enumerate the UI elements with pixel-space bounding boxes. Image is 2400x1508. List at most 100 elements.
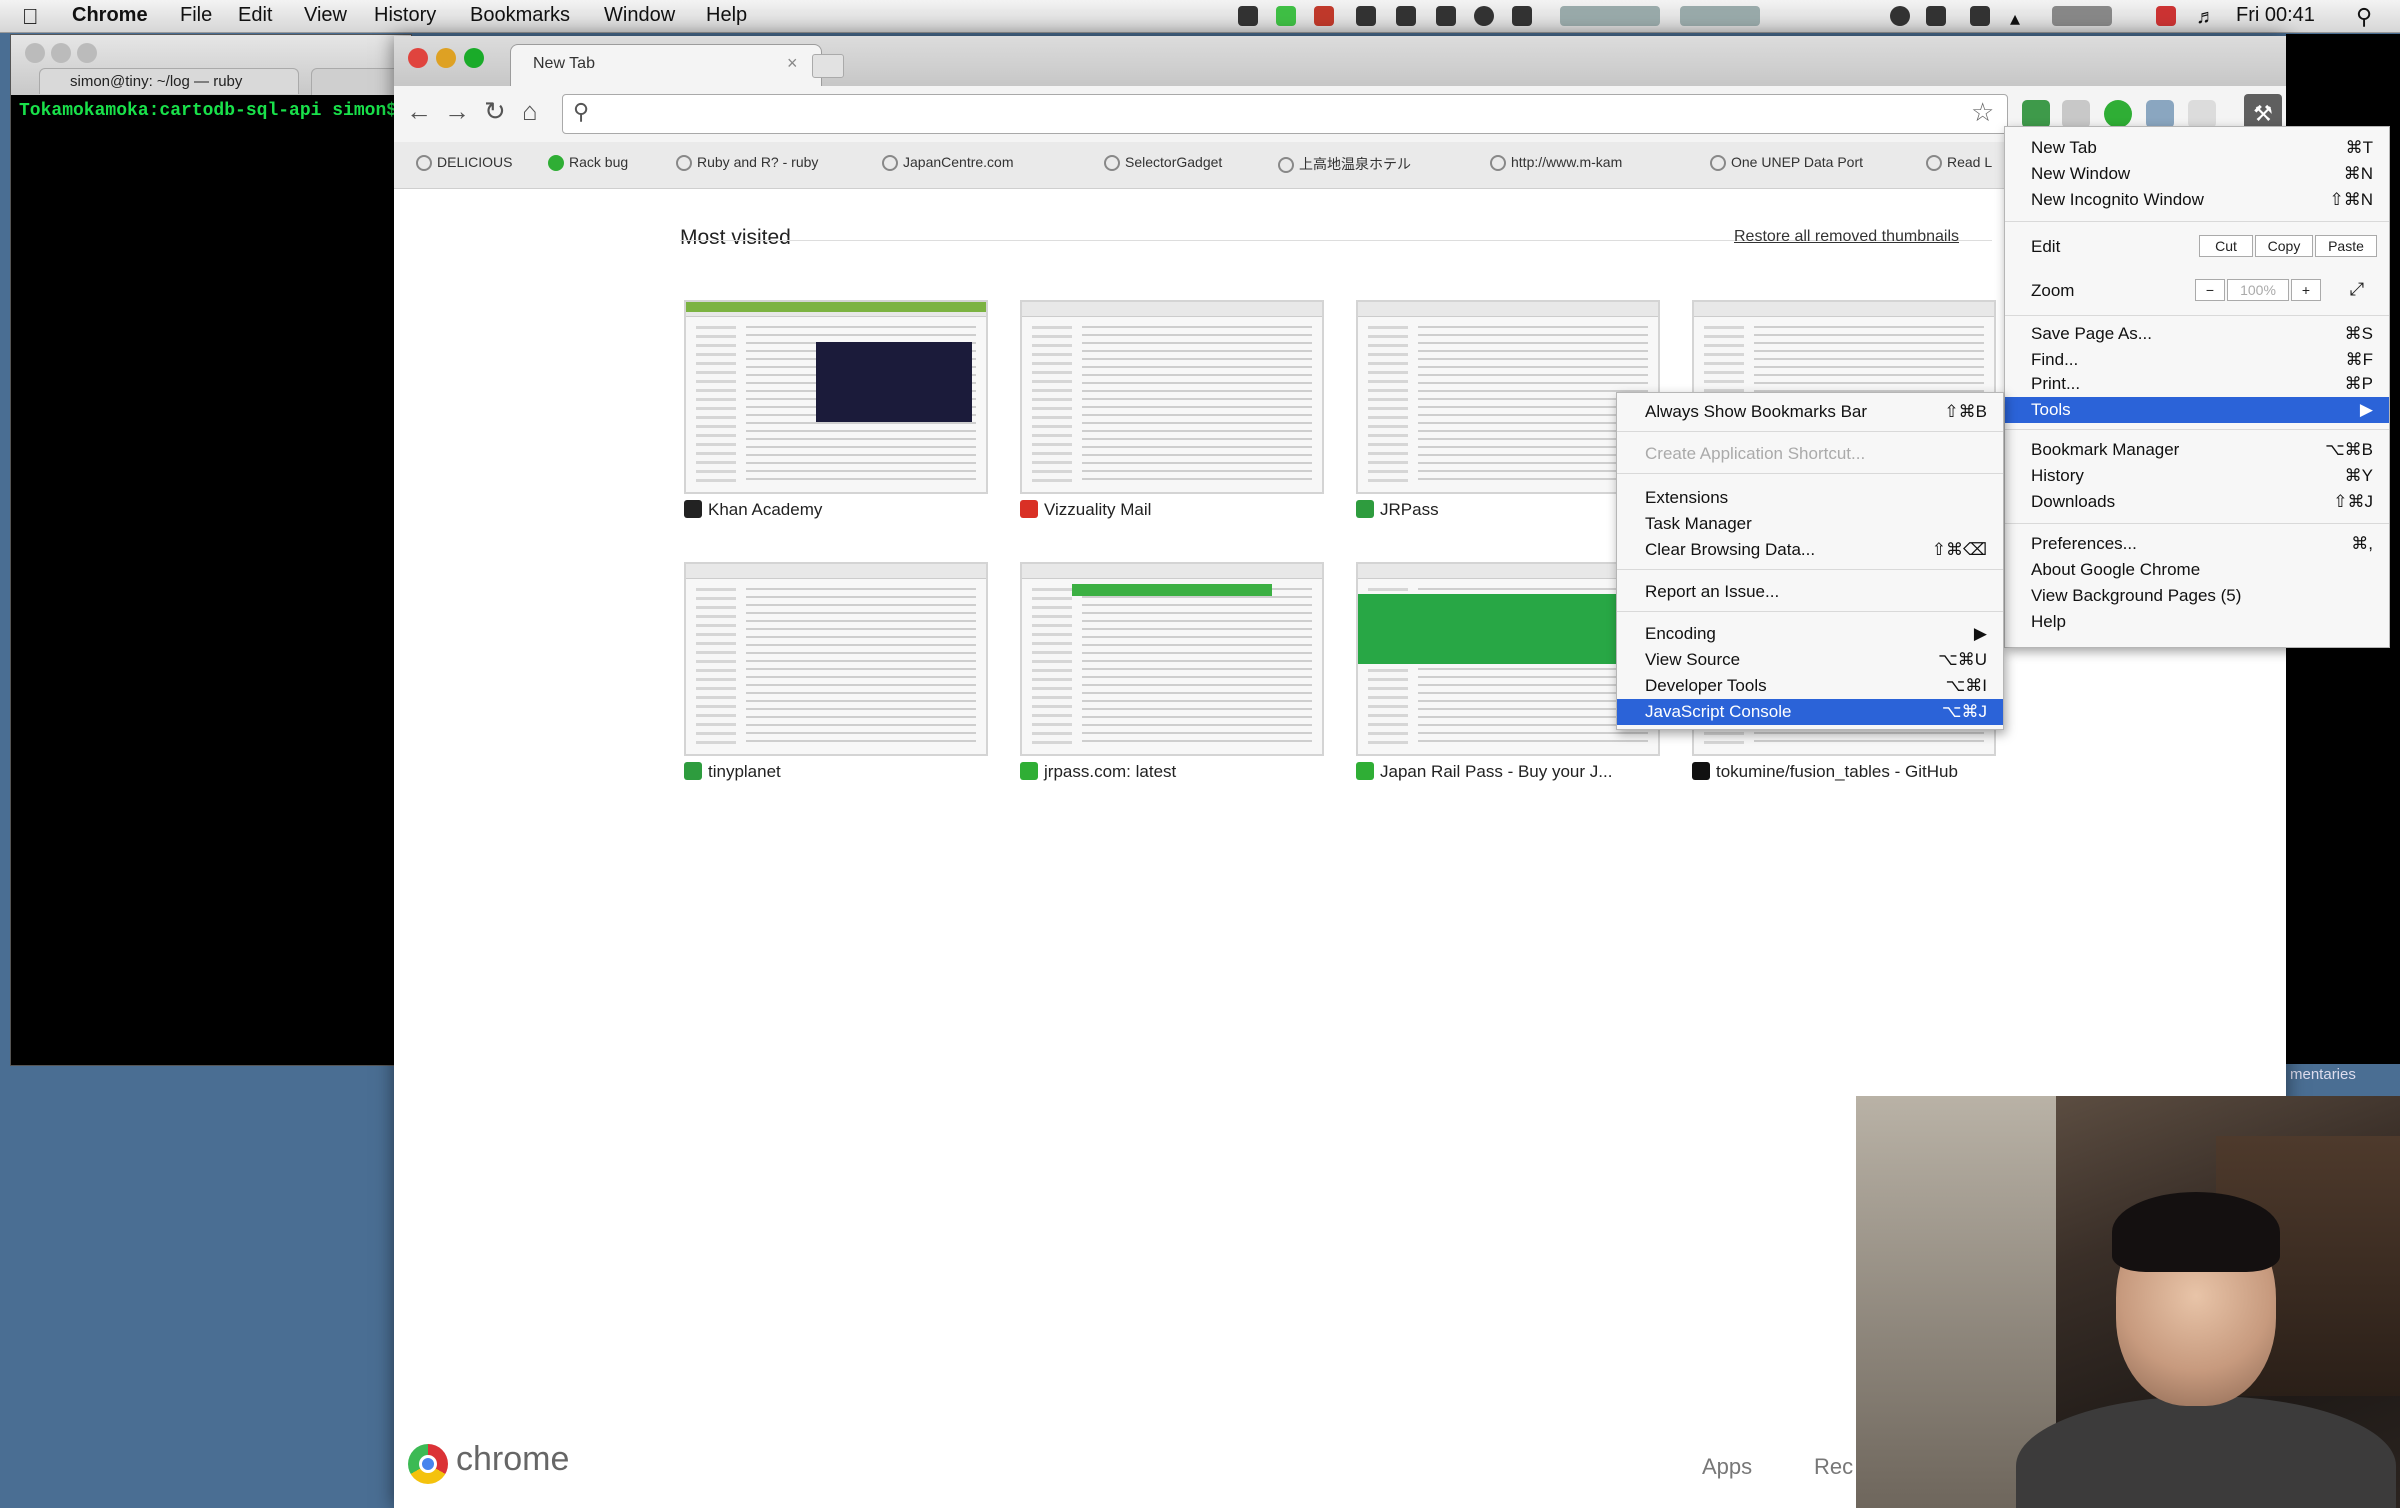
menu-task-manager[interactable]: Task Manager [1617,511,2003,537]
bookmark-star-icon[interactable]: ☆ [1971,97,1994,128]
fullscreen-icon[interactable]: ⤢ [2341,279,2373,299]
tray-n-icon[interactable] [1436,6,1456,26]
menu-developer-tools[interactable]: Developer Tools ⌥⌘I [1617,673,2003,699]
menu-background-pages[interactable]: View Background Pages (5) [2005,583,2389,609]
tray-location-icon[interactable] [1356,6,1376,26]
menu-new-tab[interactable]: New Tab ⌘T [2005,135,2389,161]
bookmark-item[interactable]: Read L [1926,154,1992,171]
extension-gray-icon[interactable] [2062,100,2090,128]
most-visited-thumbnail[interactable] [684,562,988,756]
most-visited-thumbnail[interactable] [1356,562,1660,756]
extension-grid-icon[interactable] [2146,100,2174,128]
menu-extensions[interactable]: Extensions [1617,485,2003,511]
bookmark-item[interactable]: One UNEP Data Port [1710,154,1863,171]
menu-find[interactable]: Find... ⌘F [2005,347,2389,373]
menu-help[interactable]: Help [2005,609,2389,635]
tray-phone-icon[interactable] [1926,6,1946,26]
most-visited-thumbnail[interactable] [684,300,988,494]
menu-tools[interactable]: Tools ▶ [2005,397,2389,423]
tray-timemachine-icon[interactable] [1890,6,1910,26]
bookmark-item[interactable]: JapanCentre.com [882,154,1014,171]
copy-button[interactable]: Copy [2255,235,2313,257]
menu-view-source[interactable]: View Source ⌥⌘U [1617,647,2003,673]
home-icon[interactable]: ⌂ [522,96,538,127]
menu-downloads[interactable]: Downloads ⇧⌘J [2005,489,2389,515]
paste-button[interactable]: Paste [2315,235,2377,257]
menu-save-page[interactable]: Save Page As... ⌘S [2005,321,2389,347]
restore-thumbnails-link[interactable]: Restore all removed thumbnails [1734,228,1959,246]
terminal-zoom-button[interactable] [77,43,97,63]
menu-encoding[interactable]: Encoding ▶ [1617,621,2003,647]
thumbnail-label[interactable]: Vizzuality Mail [1020,500,1151,520]
menu-new-incognito[interactable]: New Incognito Window ⇧⌘N [2005,187,2389,213]
extension-evernote-icon[interactable] [2022,100,2050,128]
menu-new-window[interactable]: New Window ⌘N [2005,161,2389,187]
window-zoom-button[interactable] [464,48,484,68]
tray-clock-icon[interactable] [1474,6,1494,26]
tray-video-icon[interactable] [1238,6,1258,26]
menu-about-chrome[interactable]: About Google Chrome [2005,557,2389,583]
volume-icon[interactable]: ♬ [2196,6,2216,28]
extension-green-icon[interactable] [2104,100,2132,128]
apple-icon[interactable]:  [22,4,39,30]
menu-history[interactable]: History ⌘Y [2005,463,2389,489]
terminal-prompt[interactable]: Tokamokamoka:cartodb-sql-api simon$ [19,101,409,121]
terminal-close-button[interactable] [25,43,45,63]
bookmark-item[interactable]: DELICIOUS [416,154,512,171]
menu-print[interactable]: Print... ⌘P [2005,371,2389,397]
menubar-item-help[interactable]: Help [706,4,747,27]
menu-clear-browsing-data[interactable]: Clear Browsing Data... ⇧⌘⌫ [1617,537,2003,563]
menu-preferences[interactable]: Preferences... ⌘, [2005,531,2389,557]
spotlight-icon[interactable]: ⚲ [2356,4,2372,30]
extension-light-icon[interactable] [2188,100,2216,128]
battery-icon[interactable] [2052,6,2112,26]
terminal-titlebar[interactable]: simon@tiny: ~/log — ruby [11,35,413,95]
thumbnail-label[interactable]: Khan Academy [684,500,822,520]
wifi-icon[interactable]: ▴ [2010,6,2030,30]
most-visited-thumbnail[interactable] [1356,300,1660,494]
bookmark-item[interactable]: SelectorGadget [1104,154,1222,171]
omnibox[interactable]: ⚲ ☆ [562,94,2008,134]
bookmark-item[interactable]: http://www.m-kam [1490,154,1622,171]
thumbnail-label[interactable]: JRPass [1356,500,1439,520]
tray-bars-icon[interactable] [1314,6,1334,26]
most-visited-thumbnail[interactable] [1020,300,1324,494]
terminal-tab[interactable]: simon@tiny: ~/log — ruby [39,68,299,94]
thumbnail-label[interactable]: jrpass.com: latest [1020,762,1176,782]
thumbnail-label[interactable]: Japan Rail Pass - Buy your J... [1356,762,1612,782]
tray-display-icon[interactable] [1970,6,1990,26]
tray-app-icon[interactable] [1512,6,1532,26]
tray-dropbox-icon[interactable] [1396,6,1416,26]
cut-button[interactable]: Cut [2199,235,2253,257]
tray-meter-icon[interactable] [1560,6,1660,26]
new-tab-button[interactable] [812,54,844,78]
tray-meter2-icon[interactable] [1680,6,1760,26]
zoom-out-button[interactable]: − [2195,279,2225,301]
apps-link[interactable]: Apps [1702,1454,1752,1480]
menubar-item-history[interactable]: History [374,4,436,27]
bookmark-item[interactable]: 上高地温泉ホテル [1278,154,1411,174]
menubar-app-name[interactable]: Chrome [72,4,148,27]
zoom-in-button[interactable]: + [2291,279,2321,301]
menubar-item-edit[interactable]: Edit [238,4,272,27]
thumbnail-label[interactable]: tinyplanet [684,762,781,782]
menubar-item-file[interactable]: File [180,4,212,27]
menu-bookmark-manager[interactable]: Bookmark Manager ⌥⌘B [2005,437,2389,463]
bookmark-item[interactable]: Ruby and R? - ruby [676,154,818,171]
bookmark-item[interactable]: Rack bug [548,154,628,171]
tab-new-tab[interactable]: New Tab × [510,44,822,87]
tab-close-icon[interactable]: × [787,53,798,74]
window-minimize-button[interactable] [436,48,456,68]
menubar-item-bookmarks[interactable]: Bookmarks [470,4,570,27]
most-visited-thumbnail[interactable] [1020,562,1324,756]
recently-closed-link[interactable]: Rec [1814,1454,1853,1480]
reload-icon[interactable]: ↻ [484,96,506,127]
menubar-clock[interactable]: Fri 00:41 [2236,4,2315,27]
menu-javascript-console[interactable]: JavaScript Console ⌥⌘J [1617,699,2003,725]
menubar-item-view[interactable]: View [304,4,347,27]
thumbnail-label[interactable]: tokumine/fusion_tables - GitHub [1692,762,1958,782]
menu-always-show-bookmarks-bar[interactable]: Always Show Bookmarks Bar ⇧⌘B [1617,399,2003,425]
forward-arrow-icon[interactable]: → [444,96,470,127]
tray-evernote-icon[interactable] [1276,6,1296,26]
menubar-item-window[interactable]: Window [604,4,675,27]
